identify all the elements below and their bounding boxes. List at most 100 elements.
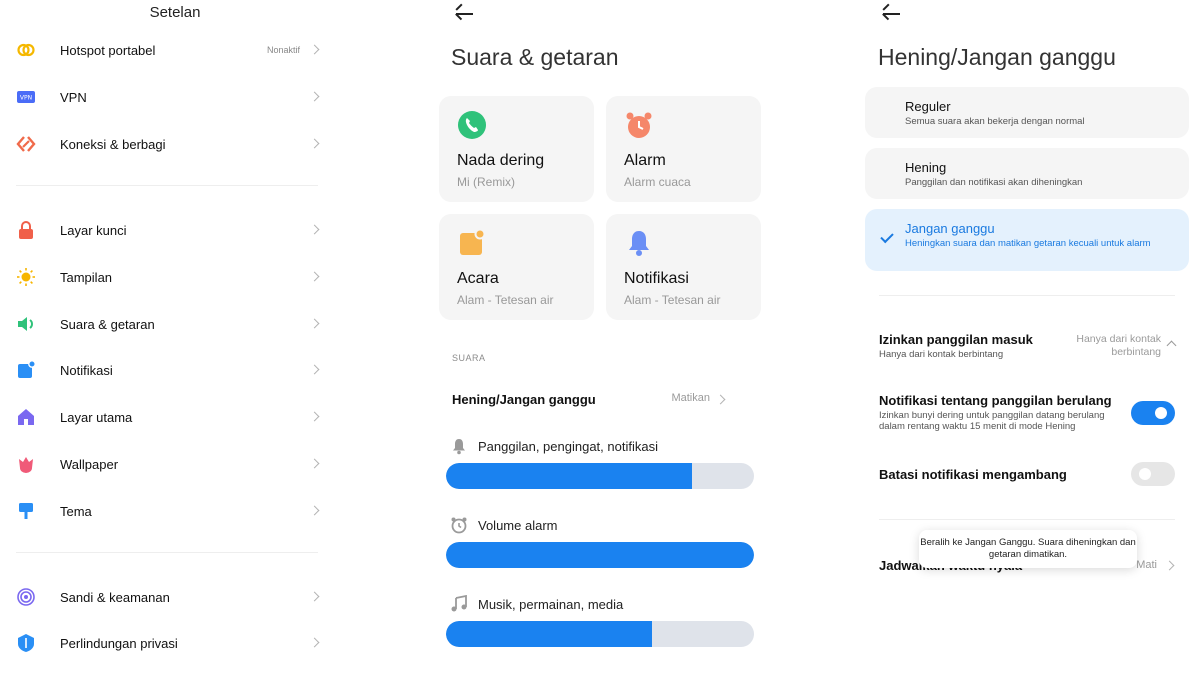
settings-item-label: Koneksi & berbagi [60, 136, 166, 152]
option-title: Reguler [905, 99, 951, 114]
toast-message: Beralih ke Jangan Ganggu. Suara dihening… [919, 530, 1137, 568]
settings-item-notification[interactable]: Notifikasi [0, 347, 340, 393]
settings-item-label: Perlindungan privasi [60, 635, 178, 651]
settings-item-label: Layar utama [60, 409, 133, 425]
checkmark-icon [880, 229, 894, 244]
wallpaper-icon [16, 454, 36, 474]
slider-fill [446, 621, 653, 647]
volume-slider-alarm[interactable] [446, 542, 754, 568]
chevron-right-icon [309, 224, 320, 235]
back-button[interactable] [454, 3, 478, 24]
option-title: Hening [905, 160, 947, 175]
theme-icon [16, 501, 36, 521]
row-subtitle: Izinkan bunyi dering untuk panggilan dat… [879, 410, 1105, 432]
chevron-right-icon [309, 637, 320, 648]
page-title: Suara & getaran [451, 44, 619, 70]
card-subtitle: Alarm cuaca [624, 175, 691, 189]
alarm-icon [624, 110, 654, 140]
settings-item-hotspot[interactable]: Hotspot portabel Nonaktif [0, 27, 340, 73]
repeat-calls-toggle[interactable] [1131, 401, 1175, 425]
phone-icon [457, 110, 487, 140]
vpn-icon: VPN [16, 87, 36, 107]
volume-slider-media[interactable] [446, 621, 754, 647]
hotspot-icon [16, 40, 36, 60]
sun-icon [16, 267, 36, 287]
settings-item-label: Hotspot portabel [60, 42, 156, 58]
settings-item-security[interactable]: Sandi & keamanan [0, 574, 340, 620]
card-subtitle: Alam - Tetesan air [624, 293, 721, 307]
settings-item-label: Suara & getaran [60, 316, 155, 332]
card-event[interactable]: Acara Alam - Tetesan air [439, 214, 594, 320]
hotspot-status: Nonaktif [266, 45, 300, 55]
section-divider [879, 519, 1175, 520]
option-subtitle: Heningkan suara dan matikan getaran kecu… [905, 238, 1151, 249]
volume-label: Musik, permainan, media [478, 597, 624, 612]
notification-icon [16, 360, 36, 380]
settings-item-lockscreen[interactable]: Layar kunci [0, 207, 340, 253]
connection-icon [16, 134, 36, 154]
card-subtitle: Alam - Tetesan air [457, 293, 554, 307]
card-alarm[interactable]: Alarm Alarm cuaca [606, 96, 761, 202]
svg-text:VPN: VPN [20, 95, 32, 102]
volume-slider-calls[interactable] [446, 463, 754, 489]
settings-item-display[interactable]: Tampilan [0, 254, 340, 300]
chevron-right-icon [715, 394, 726, 405]
chevron-right-icon [309, 591, 320, 602]
option-subtitle: Semua suara akan bekerja dengan normal [905, 116, 1085, 127]
chevron-right-icon [309, 411, 320, 422]
bell-icon [624, 228, 654, 258]
fingerprint-icon [16, 587, 36, 607]
dnd-row[interactable]: Hening/Jangan ganggu Matikan [452, 391, 752, 411]
volume-label: Volume alarm [478, 518, 558, 533]
chevron-right-icon [309, 505, 320, 516]
card-title: Notifikasi [624, 270, 689, 287]
card-title: Nada dering [457, 152, 545, 169]
back-button[interactable] [881, 3, 905, 24]
page-title: Setelan [149, 4, 201, 21]
settings-item-home[interactable]: Layar utama [0, 394, 340, 440]
settings-item-sound[interactable]: Suara & getaran [0, 301, 340, 347]
dnd-row-label: Hening/Jangan ganggu [452, 392, 596, 407]
option-do-not-disturb[interactable]: Jangan ganggu Heningkan suara dan matika… [865, 209, 1189, 271]
home-icon [16, 407, 36, 427]
volume-label: Panggilan, pengingat, notifikasi [478, 439, 658, 454]
option-regular[interactable]: Reguler Semua suara akan bekerja dengan … [865, 87, 1189, 138]
card-notification[interactable]: Notifikasi Alam - Tetesan air [606, 214, 761, 320]
option-silent[interactable]: Hening Panggilan dan notifikasi akan dih… [865, 148, 1189, 199]
settings-item-label: Layar kunci [60, 222, 127, 238]
settings-item-label: Wallpaper [60, 456, 119, 472]
section-divider [16, 185, 318, 186]
settings-item-label: VPN [60, 89, 87, 105]
settings-item-connection[interactable]: Koneksi & berbagi [0, 121, 340, 167]
schedule-value: Mati [1136, 559, 1157, 571]
page-title: Hening/Jangan ganggu [878, 44, 1116, 70]
privacy-icon [16, 633, 36, 653]
settings-item-wallpaper[interactable]: Wallpaper [0, 441, 340, 487]
chevron-right-icon [309, 44, 320, 55]
settings-item-label: Sandi & keamanan [60, 589, 170, 605]
bell-icon [450, 437, 468, 455]
settings-item-label: Tampilan [60, 269, 113, 285]
chevron-right-icon [309, 271, 320, 282]
chevron-right-icon [309, 318, 320, 329]
settings-item-label: Tema [60, 503, 92, 519]
settings-item-privacy[interactable]: Perlindungan privasi [0, 620, 340, 666]
card-title: Acara [457, 270, 499, 287]
settings-item-vpn[interactable]: VPN VPN [0, 74, 340, 120]
slider-fill [446, 542, 754, 568]
card-ringtone[interactable]: Nada dering Mi (Remix) [439, 96, 594, 202]
alarm-icon [450, 516, 468, 534]
lock-icon [16, 220, 36, 240]
card-title: Alarm [624, 152, 666, 169]
chevron-right-icon [309, 91, 320, 102]
section-label: SUARA [452, 353, 486, 363]
section-divider [879, 295, 1175, 296]
allow-calls-row[interactable]: Izinkan panggilan masuk Hanya dari konta… [879, 332, 1179, 360]
option-title: Jangan ganggu [905, 221, 995, 236]
music-icon [450, 594, 468, 613]
dnd-row-value: Matikan [671, 392, 710, 404]
settings-item-theme[interactable]: Tema [0, 488, 340, 534]
floating-notifications-toggle[interactable] [1131, 462, 1175, 486]
settings-panel: Setelan Hotspot portabel Nonaktif VPN VP… [0, 0, 340, 675]
dnd-panel: Hening/Jangan ganggu Reguler Semua suara… [857, 0, 1200, 675]
